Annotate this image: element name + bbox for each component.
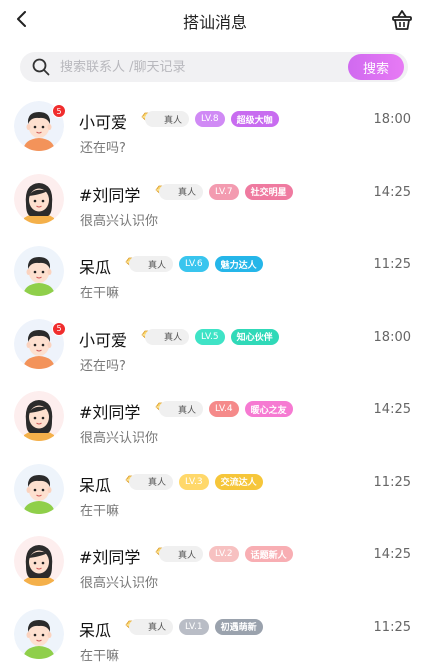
conversation-item[interactable]: #刘同学 真人 LV.7 社交明星 14:25 很高兴认识你: [0, 167, 430, 240]
message-time: 14:25: [373, 402, 411, 417]
contact-name: #刘同学: [79, 185, 141, 205]
conversation-item[interactable]: #刘同学 真人 LV.4 暖心之友 14:25 很高兴认识你: [0, 384, 430, 457]
title-badge: 话题新人: [244, 546, 293, 562]
contact-name: #刘同学: [79, 548, 141, 567]
real-label: 真人: [159, 546, 204, 562]
level-badge: LV.6: [179, 256, 209, 272]
title-badge: 知心伙伴: [230, 328, 279, 345]
real-person-tag: 真人: [155, 183, 204, 200]
conversation-item[interactable]: 呆瓜 真人 LV.6 魅力达人 11:25 在干嘛: [0, 239, 430, 312]
avatar[interactable]: [14, 608, 64, 659]
title-badge: 魅力达人: [214, 256, 263, 272]
avatar[interactable]: [14, 391, 64, 441]
real-person-tag: 真人: [155, 546, 204, 562]
user-tags: 真人 LV.5 知心伙伴: [141, 328, 279, 345]
message-preview: 还在吗?: [80, 358, 126, 374]
conversation-item[interactable]: 呆瓜 真人 LV.3 交流达人 11:25 在干嘛: [0, 457, 430, 530]
real-person-tag: 真人: [125, 618, 174, 635]
avatar[interactable]: [14, 463, 64, 514]
real-label: 真人: [159, 401, 204, 417]
real-label: 真人: [129, 256, 174, 272]
real-person-tag: 真人: [141, 328, 190, 345]
real-person-tag: 真人: [125, 473, 174, 490]
contact-name: #刘同学: [79, 403, 141, 422]
real-label: 真人: [145, 111, 190, 127]
real-label: 真人: [129, 618, 174, 635]
title-badge: 超级大咖: [230, 111, 279, 127]
level-badge: LV.5: [195, 328, 225, 345]
user-tags: 真人 LV.3 交流达人: [125, 473, 263, 490]
page-title: 搭讪消息: [182, 13, 247, 32]
contact-name: 小可爱: [79, 113, 128, 132]
message-time: 11:25: [373, 619, 411, 635]
title-badge: 交流达人: [214, 473, 263, 490]
level-badge: LV.1: [179, 618, 209, 635]
real-label: 真人: [159, 183, 204, 200]
unread-badge: 5: [52, 104, 66, 118]
message-time: 11:25: [373, 257, 411, 272]
real-label: 真人: [129, 473, 174, 490]
level-badge: LV.4: [209, 401, 239, 417]
user-tags: 真人 LV.8 超级大咖: [141, 111, 279, 127]
message-preview: 在干嘛: [80, 503, 120, 519]
message-time: 11:25: [373, 474, 411, 490]
avatar[interactable]: [14, 173, 64, 224]
level-badge: LV.3: [179, 473, 209, 490]
user-tags: 真人 LV.7 社交明星: [155, 183, 293, 200]
real-label: 真人: [145, 328, 190, 345]
user-tags: 真人 LV.4 暖心之友: [155, 401, 293, 417]
conversation-item[interactable]: 呆瓜 真人 LV.1 初遇萌新 11:25 在干嘛: [0, 602, 430, 667]
conversation-item[interactable]: 5 小可爱 真人 LV.5 知心伙伴 18:00 还在吗?: [0, 312, 430, 385]
level-badge: LV.8: [195, 111, 225, 127]
message-preview: 很高兴认识你: [80, 576, 159, 591]
search-button[interactable]: 搜索: [348, 54, 404, 80]
level-badge: LV.2: [209, 546, 239, 562]
message-preview: 在干嘛: [80, 648, 120, 664]
contact-name: 呆瓜: [79, 620, 112, 640]
message-list: 5 小可爱 真人 LV.8 超级大咖 18:00 还在吗? #刘同学 真人 LV.7 社交明星 14:…: [0, 94, 430, 667]
basket-button[interactable]: [391, 9, 413, 31]
contact-name: 呆瓜: [79, 258, 112, 277]
user-tags: 真人 LV.2 话题新人: [155, 546, 293, 562]
title-badge: 初遇萌新: [214, 618, 263, 635]
top-bar: 搭讪消息: [0, 0, 430, 40]
conversation-item[interactable]: #刘同学 真人 LV.2 话题新人 14:25 很高兴认识你: [0, 529, 430, 602]
title-badge: 社交明星: [244, 183, 293, 200]
message-preview: 还在吗?: [80, 141, 126, 156]
user-tags: 真人 LV.1 初遇萌新: [125, 618, 263, 635]
search-bar: 搜索: [20, 52, 408, 82]
message-time: 14:25: [373, 184, 411, 200]
search-input[interactable]: [60, 52, 320, 82]
avatar[interactable]: [14, 536, 64, 586]
search-icon: [32, 58, 50, 76]
user-tags: 真人 LV.6 魅力达人: [125, 256, 263, 272]
message-preview: 很高兴认识你: [80, 431, 159, 446]
contact-name: 呆瓜: [79, 475, 112, 495]
message-time: 18:00: [373, 329, 411, 345]
message-preview: 很高兴认识你: [80, 213, 159, 229]
real-person-tag: 真人: [155, 401, 204, 417]
title-badge: 暖心之友: [244, 401, 293, 417]
message-time: 14:25: [373, 547, 411, 562]
conversation-item[interactable]: 5 小可爱 真人 LV.8 超级大咖 18:00 还在吗?: [0, 94, 430, 167]
real-person-tag: 真人: [141, 111, 190, 127]
level-badge: LV.7: [209, 183, 239, 200]
unread-badge: 5: [52, 321, 66, 336]
avatar[interactable]: [14, 246, 64, 296]
message-time: 18:00: [373, 112, 411, 127]
real-person-tag: 真人: [125, 256, 174, 272]
contact-name: 小可爱: [79, 330, 128, 350]
message-preview: 在干嘛: [80, 286, 120, 301]
basket-icon: [392, 10, 412, 30]
